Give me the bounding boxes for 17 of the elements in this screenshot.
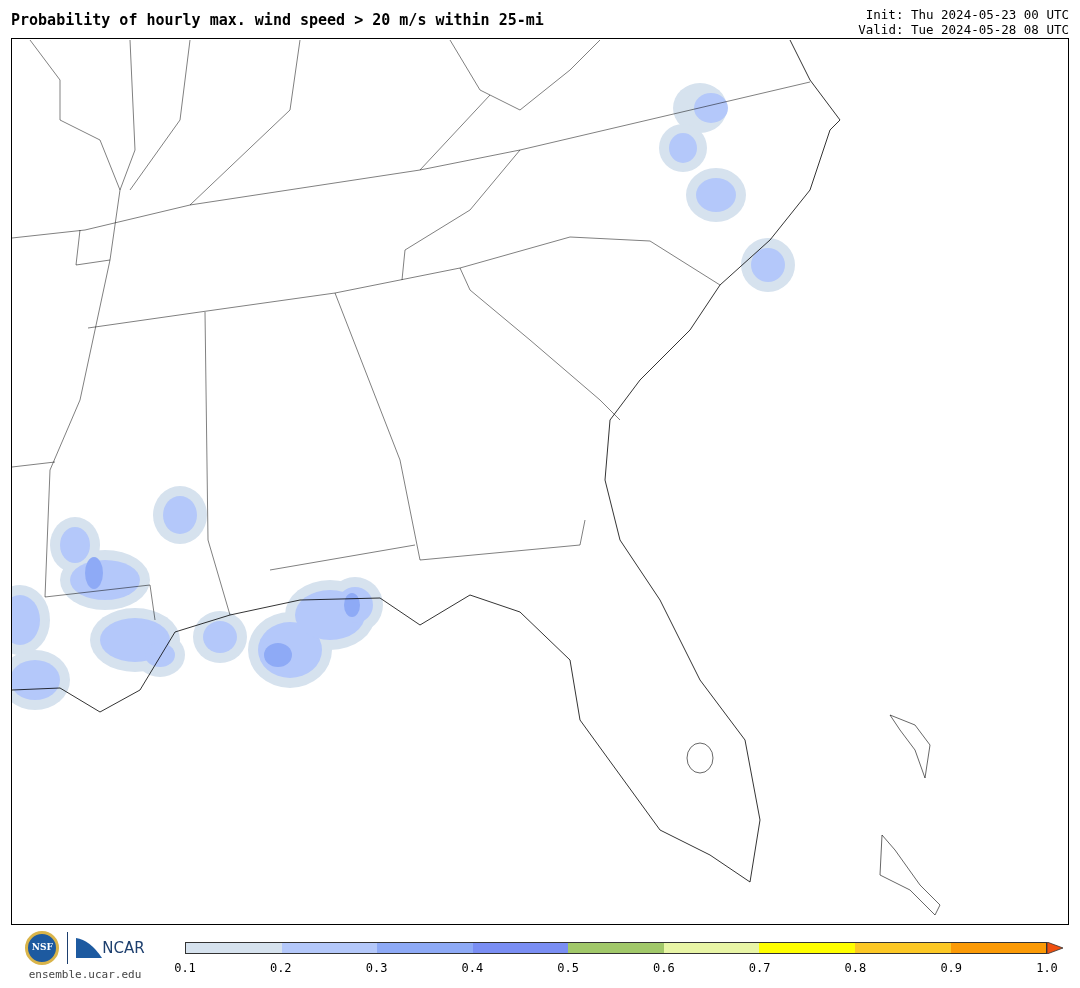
colorbar-tick-label: 0.5	[557, 960, 579, 977]
init-time: Init: Thu 2024-05-23 00 UTC	[865, 7, 1069, 22]
colorbar-tick-label: 0.7	[748, 960, 771, 977]
valid-time: Valid: Tue 2024-05-28 08 UTC	[858, 22, 1069, 37]
colorbar-tick-label: 0.6	[653, 960, 675, 977]
colorbar-tick-label: 0.4	[461, 960, 484, 977]
colorbar-tick-label: 0.2	[269, 960, 292, 977]
ncar-logo: NCAR	[102, 937, 145, 959]
chart-title: Probability of hourly max. wind speed > 20 m/s within 25-mi	[11, 13, 544, 28]
colorbar-tick-label: 0.8	[844, 960, 867, 977]
colorbar-tick-label: 0.3	[365, 960, 388, 977]
colorbar-tick-label: 1.0	[1036, 960, 1058, 977]
ncar-wing-icon	[76, 938, 103, 958]
website-url: ensemble.ucar.edu	[28, 967, 142, 983]
colorbar-tick-label: 0.9	[940, 960, 963, 977]
colorbar-tick-label: 0.1	[174, 960, 196, 977]
nsf-logo: NSF	[25, 931, 60, 965]
